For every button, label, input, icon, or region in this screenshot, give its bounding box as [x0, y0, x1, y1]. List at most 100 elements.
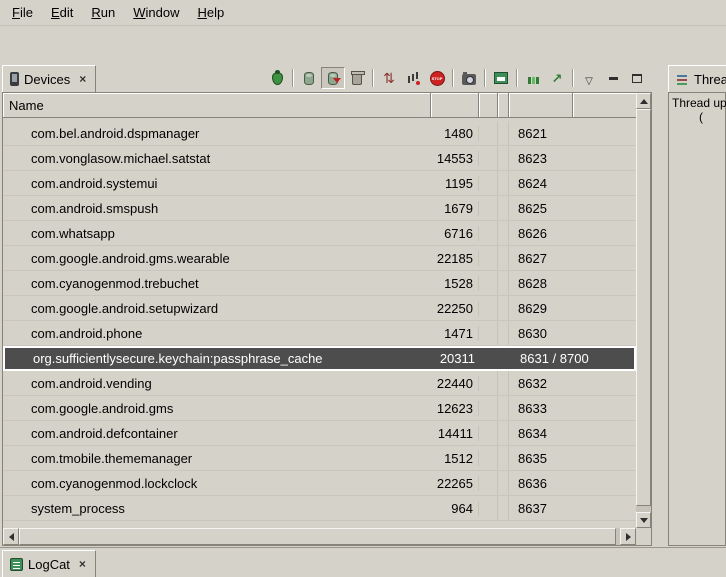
process-row[interactable]: com.tmobile.thememanager15128635	[3, 446, 636, 471]
process-pid: 6716	[431, 226, 479, 241]
process-col3	[479, 221, 498, 245]
column-header-3[interactable]	[479, 93, 498, 118]
process-name: org.sufficientlysecure.keychain:passphra…	[5, 351, 433, 366]
panel-sash[interactable]	[652, 64, 668, 546]
screen-capture-button[interactable]	[457, 67, 481, 89]
process-col3	[479, 421, 498, 445]
tab-logcat[interactable]: LogCat	[2, 550, 96, 577]
process-row[interactable]: com.android.systemui11958624	[3, 171, 636, 196]
process-row[interactable]: com.cyanogenmod.lockclock222658636	[3, 471, 636, 496]
close-icon[interactable]	[77, 559, 88, 570]
vertical-scrollbar-thumb[interactable]	[636, 109, 651, 506]
process-row[interactable]: com.google.android.gms.wearable221858627	[3, 246, 636, 271]
maximize-button[interactable]	[625, 67, 649, 89]
process-col3	[479, 471, 498, 495]
update-threads-icon	[382, 70, 397, 86]
debug-process-button[interactable]	[265, 67, 289, 89]
process-row[interactable]: com.whatsapp67168626	[3, 221, 636, 246]
tab-threads-label: Threads	[694, 72, 726, 87]
process-col3	[479, 496, 498, 520]
update-threads-button[interactable]	[377, 67, 401, 89]
process-row[interactable]: org.sufficientlysecure.keychain:passphra…	[3, 346, 636, 371]
process-col4	[498, 146, 509, 170]
process-row[interactable]: com.google.android.gms12623 8633	[3, 396, 636, 421]
process-port: 8633	[509, 401, 573, 416]
maximize-icon	[632, 74, 642, 83]
horizontal-scrollbar-thumb[interactable]	[19, 528, 616, 545]
arrow-down-icon	[640, 518, 648, 527]
process-col3	[479, 371, 498, 395]
process-port: 8625	[509, 201, 573, 216]
vertical-scrollbar[interactable]	[636, 93, 651, 528]
scroll-left-button[interactable]	[3, 528, 19, 545]
view-menu-button[interactable]	[577, 67, 601, 89]
process-col3	[479, 396, 498, 420]
process-row[interactable]: com.google.android.setupwizard222508629	[3, 296, 636, 321]
menu-run[interactable]: Run	[82, 2, 124, 23]
process-name: system_process	[3, 501, 431, 516]
column-header-4[interactable]	[498, 93, 509, 118]
menu-help[interactable]: Help	[188, 2, 233, 23]
toolbar-separator	[452, 69, 454, 87]
screen-record-button[interactable]	[489, 67, 513, 89]
toolbar-separator	[372, 69, 374, 87]
process-name: com.google.android.gms.wearable	[3, 251, 431, 266]
process-port: 8637	[509, 501, 573, 516]
process-name: com.cyanogenmod.trebuchet	[3, 276, 431, 291]
dump-hprof-button[interactable]	[321, 67, 345, 89]
process-pid: 22250	[431, 301, 479, 316]
process-col4	[498, 471, 509, 495]
process-pid: 964	[431, 501, 479, 516]
process-port: 8630	[509, 326, 573, 341]
column-header-name[interactable]: Name	[3, 93, 431, 118]
process-pid: 1679	[431, 201, 479, 216]
process-row[interactable]: com.android.phone14718630	[3, 321, 636, 346]
process-list: com.bel.android.dspmanager14808621com.vo…	[3, 118, 636, 528]
menu-edit[interactable]: Edit	[42, 2, 82, 23]
process-name: com.android.systemui	[3, 176, 431, 191]
process-pid: 12623	[431, 401, 479, 416]
horizontal-scrollbar[interactable]	[3, 528, 636, 545]
tab-devices[interactable]: Devices	[2, 65, 96, 92]
process-col3	[479, 246, 498, 270]
process-port: 8634	[509, 426, 573, 441]
scroll-up-button[interactable]	[636, 93, 651, 109]
process-row[interactable]: com.android.smspush16798625	[3, 196, 636, 221]
process-row[interactable]: com.android.defcontainer144118634	[3, 421, 636, 446]
menu-window[interactable]: Window	[124, 2, 188, 23]
method-profiling-button[interactable]	[401, 67, 425, 89]
process-row[interactable]: system_process964 8637	[3, 496, 636, 521]
close-icon[interactable]	[77, 74, 88, 85]
column-header-pid[interactable]	[431, 93, 479, 118]
sysinfo-button[interactable]	[521, 67, 545, 89]
minimize-icon	[609, 77, 618, 80]
process-col4	[498, 271, 509, 295]
sysinfo-icon	[527, 72, 540, 85]
minimize-button[interactable]	[601, 67, 625, 89]
scroll-right-button[interactable]	[620, 528, 636, 545]
main-toolbar	[0, 26, 726, 62]
process-row[interactable]: com.android.vending224408632	[3, 371, 636, 396]
column-header-port[interactable]	[509, 93, 573, 118]
tab-threads[interactable]: Threads	[668, 65, 726, 92]
process-pid: 1528	[431, 276, 479, 291]
process-row[interactable]: com.cyanogenmod.trebuchet15288628	[3, 271, 636, 296]
process-pid: 14553	[431, 151, 479, 166]
process-col4	[498, 246, 509, 270]
process-name: com.google.android.gms	[3, 401, 431, 416]
tracing-button[interactable]	[545, 67, 569, 89]
cause-gc-button[interactable]	[345, 67, 369, 89]
stop-process-button[interactable]: STOP	[425, 67, 449, 89]
screen-capture-icon	[462, 74, 476, 85]
process-pid: 1195	[431, 176, 479, 191]
process-col4	[498, 396, 509, 420]
process-col4	[498, 321, 509, 345]
scroll-down-button[interactable]	[636, 512, 651, 528]
process-col4	[500, 348, 511, 369]
menu-file[interactable]: File	[3, 2, 42, 23]
process-row[interactable]: com.vonglasow.michael.satstat145538623	[3, 146, 636, 171]
update-heap-button[interactable]	[297, 67, 321, 89]
process-row[interactable]: com.bel.android.dspmanager14808621	[3, 121, 636, 146]
threads-message-line2: (	[699, 110, 703, 124]
device-icon	[10, 72, 19, 86]
